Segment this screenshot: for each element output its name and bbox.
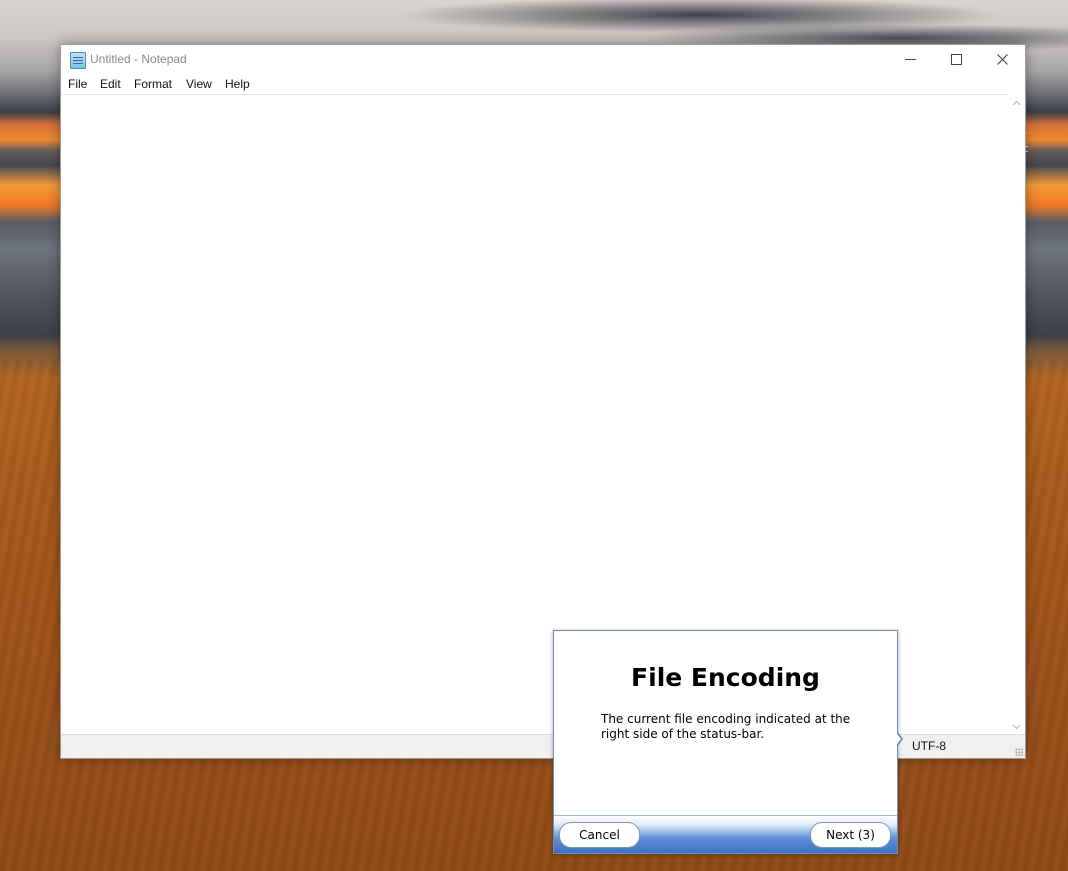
tour-title: File Encoding bbox=[631, 663, 820, 692]
close-icon bbox=[996, 53, 1008, 65]
menu-edit[interactable]: Edit bbox=[100, 77, 121, 91]
menu-help[interactable]: Help bbox=[225, 77, 250, 91]
status-encoding: UTF-8 bbox=[912, 739, 946, 753]
menu-view[interactable]: View bbox=[186, 77, 212, 91]
menu-bar: File Edit Format View Help bbox=[61, 75, 1025, 94]
maximize-button[interactable] bbox=[933, 45, 979, 75]
tour-callout: File Encoding The current file encoding … bbox=[553, 630, 898, 854]
menu-file[interactable]: File bbox=[68, 77, 87, 91]
resize-grip-icon[interactable] bbox=[1015, 748, 1023, 756]
notepad-icon[interactable] bbox=[70, 52, 86, 69]
vertical-scrollbar[interactable] bbox=[1008, 94, 1025, 735]
window-title: Untitled - Notepad bbox=[90, 52, 187, 66]
menu-format[interactable]: Format bbox=[134, 77, 172, 91]
minimize-icon bbox=[904, 58, 916, 60]
title-bar[interactable]: Untitled - Notepad bbox=[61, 45, 1025, 75]
maximize-icon bbox=[950, 53, 962, 65]
tour-footer: Cancel Next (3) bbox=[554, 815, 897, 853]
close-button[interactable] bbox=[979, 45, 1025, 75]
scroll-down-icon[interactable] bbox=[1012, 722, 1021, 731]
next-button[interactable]: Next (3) bbox=[810, 822, 891, 848]
cancel-button[interactable]: Cancel bbox=[559, 822, 640, 848]
minimize-button[interactable] bbox=[887, 45, 933, 75]
scroll-up-icon[interactable] bbox=[1012, 99, 1021, 108]
tour-description: The current file encoding indicated at t… bbox=[601, 712, 851, 741]
tour-callout-pointer-fill bbox=[889, 723, 901, 755]
